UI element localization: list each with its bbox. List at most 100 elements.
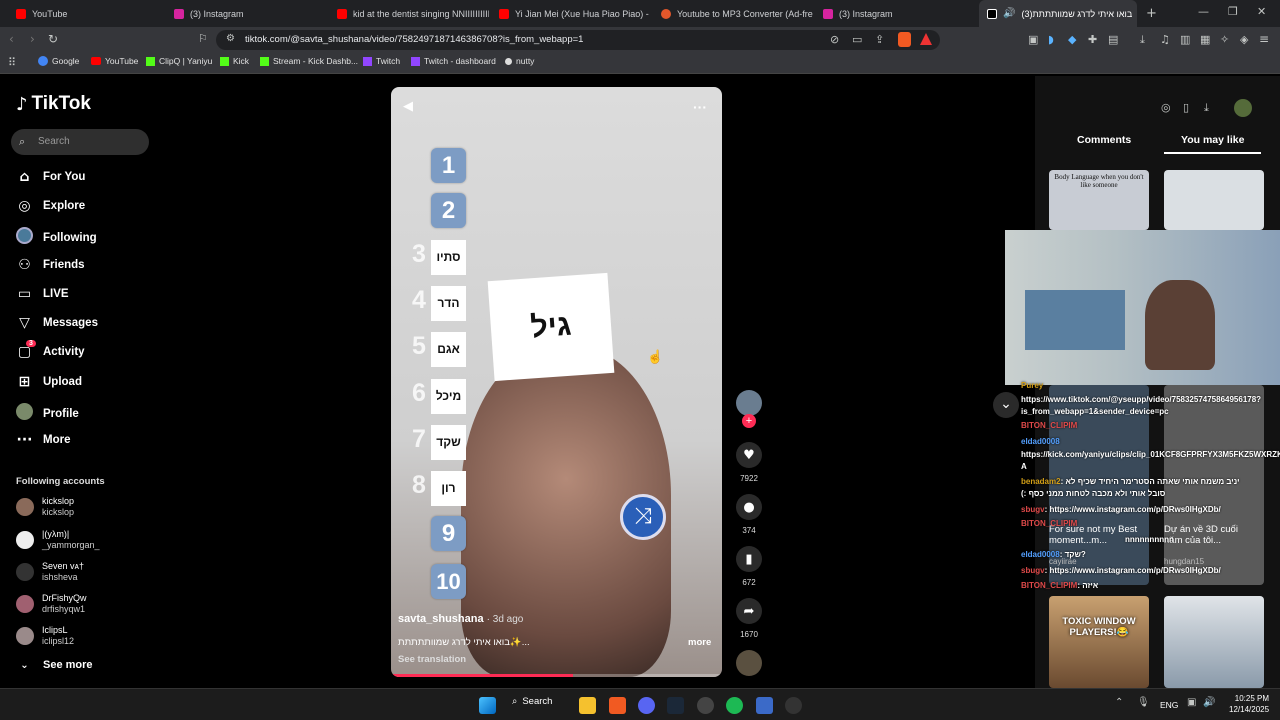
extension-icon-1[interactable]: ▣ (1028, 33, 1038, 46)
device-icon[interactable]: ▯ (1183, 101, 1189, 114)
tab-yi-jian-mei[interactable]: Yi Jian Mei (Xue Hua Piao Piao) - Do (491, 0, 651, 27)
suggested-video-thumb[interactable] (1164, 596, 1264, 688)
bookmark-youtube[interactable]: YouTube (91, 56, 138, 66)
video-author[interactable]: savta_shushana · 3d ago (398, 613, 523, 625)
nav-activity[interactable]: ▢ 3 Activity (16, 340, 85, 360)
extension-icon-4[interactable]: ▤ (1108, 33, 1118, 46)
nav-friends[interactable]: ⚇ Friends (16, 257, 84, 273)
discord-icon[interactable] (638, 697, 655, 714)
back-icon[interactable]: ‹ (9, 32, 14, 46)
bookmark-google[interactable]: Google (38, 56, 79, 66)
bookmark-kick[interactable]: Kick (220, 56, 249, 66)
progress-track[interactable] (391, 674, 722, 677)
sound-disc-button[interactable] (736, 650, 762, 682)
clock[interactable]: 10:25 PM 12/14/2025 (1229, 693, 1269, 715)
steam-icon[interactable] (667, 697, 684, 714)
share-button[interactable]: ➦ 1670 (736, 598, 762, 639)
account-item[interactable]: Seven ᴠᴀ† ishsheva (16, 561, 84, 583)
extension-icon-3[interactable]: ◆ (1068, 33, 1076, 46)
download-video-icon[interactable]: ⤓ (1204, 101, 1209, 115)
account-item[interactable]: kickslop kickslop (16, 496, 74, 518)
puzzle-icon[interactable]: ✚ (1088, 33, 1097, 46)
wallet-icon[interactable]: ▦ (1200, 33, 1210, 46)
window-close-icon[interactable]: ✕ (1257, 5, 1266, 18)
tab-dentist[interactable]: kid at the dentist singing NNIIIIIIIIIII (329, 0, 489, 27)
brave-icon[interactable] (609, 697, 626, 714)
tab-you-may-like[interactable]: You may like (1181, 134, 1244, 146)
bookmark-clipq[interactable]: ClipQ | Yaniyu (146, 56, 212, 66)
caption-more-button[interactable]: more (688, 637, 711, 648)
embed-icon[interactable]: ◎ (1161, 101, 1171, 114)
sidebar-icon[interactable]: ▥ (1180, 33, 1190, 46)
see-translation-button[interactable]: See translation (398, 654, 466, 665)
volume-icon[interactable]: 🔊 (1203, 697, 1215, 708)
tab-tiktok-active[interactable]: 🔊בואו איתי לדרג שמוותתתת(3)✕ (979, 0, 1137, 27)
brave-shield-icon[interactable] (898, 32, 911, 47)
video-player[interactable]: ◀ ··· 1 2 3 סתיו 4 הדר 5 אגם 6 מיכל 7 שק… (391, 87, 722, 677)
file-explorer-icon[interactable] (579, 697, 596, 714)
app-icon[interactable] (756, 697, 773, 714)
see-more-button[interactable]: ⌄ See more (16, 659, 92, 671)
nav-profile[interactable]: Profile (16, 403, 79, 424)
app-icon-2[interactable] (785, 697, 802, 714)
more-options-icon[interactable]: ··· (693, 99, 707, 115)
tab-youtube[interactable]: YouTube (8, 0, 168, 27)
like-button[interactable]: ♥ 7922 (736, 442, 762, 483)
brave-rewards-icon[interactable] (920, 33, 932, 45)
search-input[interactable]: ⌕ Search (11, 129, 149, 155)
tab-mp3-converter[interactable]: Youtube to MP3 Converter (Ad-free) (653, 0, 813, 27)
tab-comments[interactable]: Comments (1077, 134, 1131, 146)
network-icon[interactable]: ▣ (1187, 697, 1196, 708)
account-item[interactable]: DrFishyQw drfishyqw1 (16, 593, 87, 615)
scroll-down-icon[interactable]: ⌄ (993, 392, 1019, 418)
mute-icon[interactable]: ◀ (403, 99, 413, 114)
suggested-video-thumb[interactable]: TOXIC WINDOW PLAYERS!😂 (1049, 596, 1149, 688)
bookmark-twitch[interactable]: Twitch (363, 56, 400, 66)
bookmark-twitch-dashboard[interactable]: Twitch - dashboard (411, 56, 496, 66)
leo-icon[interactable]: ✧ (1220, 33, 1229, 46)
author-avatar-button[interactable]: + (736, 390, 762, 428)
maximize-icon[interactable]: ❐ (1228, 5, 1238, 18)
apps-icon[interactable]: ⠿ (8, 56, 16, 69)
download-icon[interactable]: ⤓ (1140, 33, 1145, 47)
taskbar-search[interactable]: ⌕ Search (512, 696, 552, 707)
bookmark-nutty[interactable]: nutty (505, 56, 534, 66)
extension-icon-2[interactable]: ◗ (1048, 33, 1054, 46)
no-camera-icon[interactable]: ⊘ (830, 33, 839, 46)
bookmark-icon[interactable]: ⚐ (198, 32, 208, 45)
spotify-icon[interactable] (726, 697, 743, 714)
tiktok-logo[interactable]: ♪ TikTok (16, 93, 91, 115)
bookmark-kick-dashboard[interactable]: Stream - Kick Dashb... (260, 56, 358, 66)
nav-more[interactable]: ··· More (16, 432, 71, 448)
cast-icon[interactable]: ▭ (852, 33, 862, 46)
comment-button[interactable]: ● 374 (736, 494, 762, 535)
nav-upload[interactable]: ⊞ Upload (16, 374, 82, 390)
menu-icon[interactable]: ≡ (1259, 32, 1269, 46)
tray-chevron-icon[interactable]: ⌃ (1115, 697, 1123, 708)
media-icon[interactable]: ♫ (1160, 33, 1170, 46)
vpn-icon[interactable]: ◈ (1240, 33, 1248, 46)
obs-icon[interactable] (697, 697, 714, 714)
nav-messages[interactable]: ▽ Messages (16, 315, 98, 331)
new-tab-icon[interactable]: + (1146, 6, 1157, 21)
microphone-icon[interactable]: 🎙 (1137, 697, 1150, 708)
suggested-video-thumb[interactable]: Body Language when you don't like someon… (1049, 170, 1149, 230)
site-info-icon[interactable]: ⚙ (226, 33, 235, 44)
nav-following[interactable]: Following (16, 227, 97, 248)
reload-icon[interactable]: ↻ (48, 32, 58, 46)
account-item[interactable]: IclipsL iclipsl12 (16, 625, 74, 647)
nav-explore[interactable]: ◎ Explore (16, 198, 85, 214)
tab-instagram-2[interactable]: (3) Instagram (815, 0, 975, 27)
follow-plus-icon[interactable]: + (742, 414, 756, 428)
save-button[interactable]: ▮ 672 (736, 546, 762, 587)
windows-start-icon[interactable] (479, 697, 496, 714)
nav-live[interactable]: ▭ LIVE (16, 286, 69, 302)
user-avatar[interactable] (1234, 99, 1252, 117)
language-indicator[interactable]: ENG (1160, 700, 1178, 710)
account-item[interactable]: |(yλm)| _yammorgan_ (16, 529, 100, 551)
tab-instagram[interactable]: (3) Instagram (166, 0, 328, 27)
nav-for-you[interactable]: ⌂ For You (16, 169, 85, 185)
forward-icon[interactable]: › (30, 32, 35, 46)
suggested-video-thumb[interactable] (1164, 170, 1264, 230)
share-icon[interactable]: ⇪ (875, 33, 884, 46)
